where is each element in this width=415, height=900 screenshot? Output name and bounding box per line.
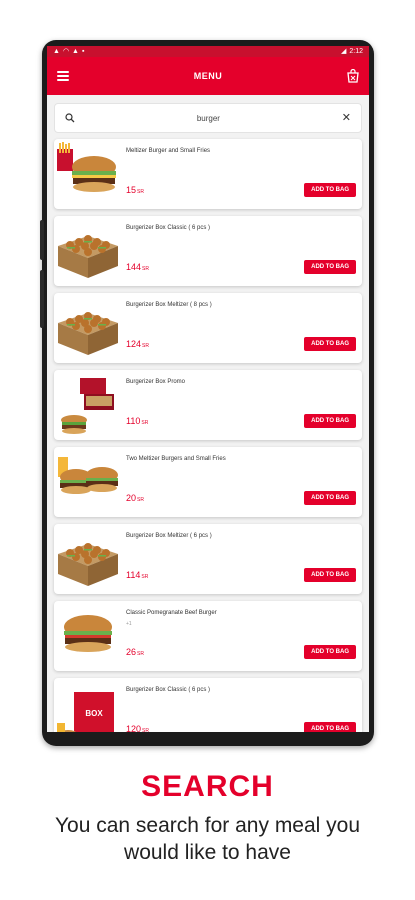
hamburger-icon[interactable] <box>57 71 69 81</box>
product-info: Meltizer Burger and Small Fries 15SR ADD T… <box>122 139 362 209</box>
status-bar: ▲ ◠ ▲ ▪ ◢ 2:12 <box>47 46 369 57</box>
product-image <box>54 293 122 363</box>
add-to-bag-button[interactable]: ADD TO BAG <box>304 183 356 197</box>
phone-screen: ▲ ◠ ▲ ▪ ◢ 2:12 MENU ✕ Meltizer Burger an <box>47 46 369 732</box>
product-name: Meltizer Burger and Small Fries <box>126 148 211 154</box>
search-bar: ✕ <box>54 103 362 133</box>
add-to-bag-button[interactable]: ADD TO BAG <box>304 414 356 428</box>
page-title: MENU <box>193 71 223 81</box>
close-icon[interactable]: ✕ <box>342 112 351 124</box>
svg-text:BOX: BOX <box>85 709 103 718</box>
warning-icon: ▲ <box>53 48 60 55</box>
product-card[interactable]: Meltizer Burger and Small Fries 15SR ADD T… <box>54 139 362 209</box>
add-to-bag-button[interactable]: ADD TO BAG <box>304 645 356 659</box>
product-price: 110SR <box>126 416 148 426</box>
bag-icon[interactable] <box>347 69 359 83</box>
search-icon <box>65 113 75 123</box>
product-name: Burgerizer Box Meltizer ( 6 pcs ) <box>126 533 212 539</box>
price-currency: SR <box>137 651 144 657</box>
caption-title: SEARCH <box>141 770 274 803</box>
product-name: Classic Pomegranate Beef Burger <box>126 610 217 616</box>
price-currency: SR <box>137 189 144 195</box>
app-bar: MENU <box>47 57 369 95</box>
product-list: Meltizer Burger and Small Fries 15SR ADD T… <box>47 139 369 732</box>
product-price: 26SR <box>126 647 144 657</box>
product-info: Burgerizer Box Meltizer ( 8 pcs ) 124SR AD… <box>122 293 362 363</box>
search-input[interactable] <box>75 113 342 123</box>
price-value: 110 <box>126 416 141 426</box>
product-price: 15SR <box>126 185 144 195</box>
product-name: Burgerizer Box Classic ( 6 pcs ) <box>126 225 211 231</box>
phone-side-button <box>40 220 44 260</box>
product-price: 20SR <box>126 493 144 503</box>
product-image <box>54 216 122 286</box>
price-currency: SR <box>142 728 149 732</box>
product-info: Burgerizer Box Promo 110SR ADD TO BAG <box>122 370 362 440</box>
product-image <box>54 370 122 440</box>
product-card[interactable]: Two Meltizer Burgers and Small Fries 20SR… <box>54 447 362 517</box>
add-to-bag-button[interactable]: ADD TO BAG <box>304 337 356 351</box>
price-currency: SR <box>137 497 144 503</box>
warning-icon: ▲ <box>72 48 79 55</box>
product-subtitle: +1 <box>126 621 132 627</box>
product-info: Burgerizer Box Classic ( 6 pcs ) 120SR ADD… <box>122 678 362 732</box>
product-name: Burgerizer Box Promo <box>126 379 186 385</box>
product-name: Burgerizer Box Meltizer ( 8 pcs ) <box>126 302 212 308</box>
product-price: 114SR <box>126 570 148 580</box>
product-image <box>54 447 122 517</box>
product-card[interactable]: Burgerizer Box Meltizer ( 8 pcs ) 124SR AD… <box>54 293 362 363</box>
product-image <box>54 524 122 594</box>
status-icons: ▲ ◠ ▲ ▪ <box>53 46 84 57</box>
caption-subtitle: You can search for any meal you would li… <box>54 814 361 864</box>
price-currency: SR <box>142 343 149 349</box>
price-value: 15 <box>126 185 137 195</box>
notification-icon: ▪ <box>81 48 85 55</box>
product-card[interactable]: BOX Burgerizer Box Classic ( 6 pcs ) 120SR… <box>54 678 362 732</box>
product-card[interactable]: Burgerizer Box Promo 110SR ADD TO BAG <box>54 370 362 440</box>
add-to-bag-button[interactable]: ADD TO BAG <box>304 491 356 505</box>
add-to-bag-button[interactable]: ADD TO BAG <box>304 722 356 732</box>
product-info: Burgerizer Box Meltizer ( 6 pcs ) 114SR AD… <box>122 524 362 594</box>
product-card[interactable]: Burgerizer Box Meltizer ( 6 pcs ) 114SR AD… <box>54 524 362 594</box>
price-value: 20 <box>126 493 137 503</box>
price-value: 26 <box>126 647 137 657</box>
search-container: ✕ <box>47 95 369 139</box>
product-price: 124SR <box>126 339 149 349</box>
price-currency: SR <box>141 420 149 426</box>
price-value: 144 <box>126 262 142 272</box>
price-value: 124 <box>126 339 142 349</box>
price-currency: SR <box>141 574 149 580</box>
product-info: Classic Pomegranate Beef Burger +1 26SR ADD… <box>122 601 362 671</box>
status-time: 2:12 <box>349 48 363 55</box>
product-image <box>54 139 122 209</box>
wifi-icon: ◠ <box>62 48 70 55</box>
product-price: 120SR <box>126 724 149 732</box>
add-to-bag-button[interactable]: ADD TO BAG <box>304 568 356 582</box>
product-info: Two Meltizer Burgers and Small Fries 20SR… <box>122 447 362 517</box>
product-name: Two Meltizer Burgers and Small Fries <box>126 456 226 462</box>
product-info: Burgerizer Box Classic ( 6 pcs ) 144SR ADD… <box>122 216 362 286</box>
price-value: 114 <box>126 570 141 580</box>
product-card[interactable]: Burgerizer Box Classic ( 6 pcs ) 144SR ADD… <box>54 216 362 286</box>
price-currency: SR <box>142 266 149 272</box>
add-to-bag-button[interactable]: ADD TO BAG <box>304 260 356 274</box>
phone-side-button <box>40 270 44 328</box>
product-image <box>54 601 122 671</box>
product-card[interactable]: Classic Pomegranate Beef Burger +1 26SR ADD… <box>54 601 362 671</box>
product-name: Burgerizer Box Classic ( 6 pcs ) <box>126 687 211 693</box>
product-image: BOX <box>54 678 122 732</box>
signal-icon: ◢ <box>340 48 347 55</box>
product-price: 144SR <box>126 262 149 272</box>
price-value: 120 <box>126 724 142 732</box>
